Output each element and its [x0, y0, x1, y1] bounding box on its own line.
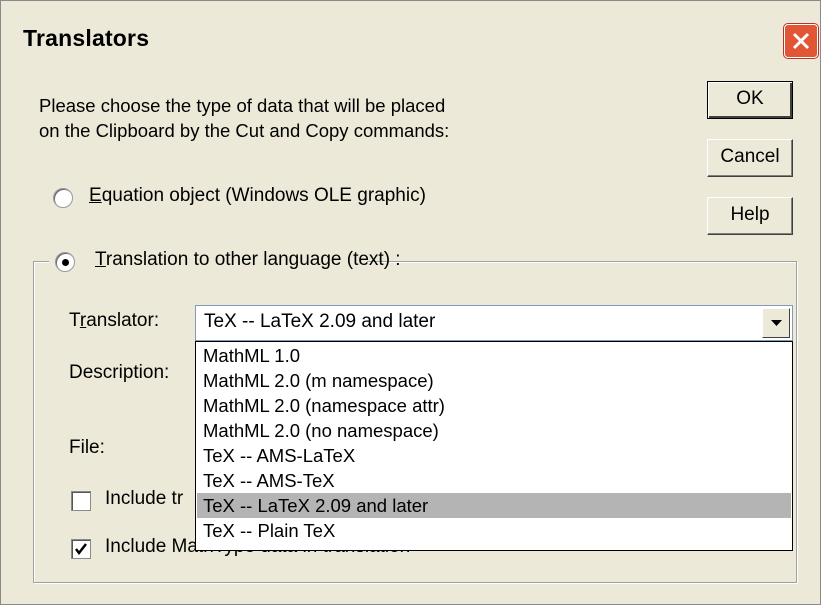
include-translator-checkbox[interactable] [71, 491, 91, 511]
translator-dropdown-list[interactable]: MathML 1.0 MathML 2.0 (m namespace) Math… [195, 341, 793, 551]
dropdown-option-tex-plain-tex[interactable]: TeX -- Plain TeX [197, 518, 791, 543]
radio-selected-dot [62, 259, 69, 266]
close-icon [792, 32, 810, 50]
include-mathtype-checkbox[interactable] [71, 539, 91, 559]
include-translator-label[interactable]: Include tr [105, 488, 183, 510]
window-title: Translators [23, 25, 150, 51]
translation-group-legend: Translation to other language (text) : [49, 249, 401, 275]
dropdown-option-mathml-2-0-namespace-attr[interactable]: MathML 2.0 (namespace attr) [197, 393, 791, 418]
instruction-text: Please choose the type of data that will… [39, 95, 450, 141]
ok-button[interactable]: OK [707, 81, 793, 119]
translator-dropdown-button[interactable] [762, 308, 790, 338]
dropdown-option-tex-ams-latex[interactable]: TeX -- AMS-LaTeX [197, 443, 791, 468]
cancel-button[interactable]: Cancel [707, 139, 793, 177]
checkmark-icon [75, 543, 87, 556]
dropdown-option-mathml-2-0-no-namespace[interactable]: MathML 2.0 (no namespace) [197, 418, 791, 443]
translator-combobox[interactable]: TeX -- LaTeX 2.09 and later [195, 305, 793, 341]
equation-object-radio[interactable] [53, 188, 73, 208]
title-bar: Translators [1, 1, 820, 75]
translator-value: TeX -- LaTeX 2.09 and later [204, 311, 436, 332]
dropdown-option-tex-ams-tex[interactable]: TeX -- AMS-TeX [197, 468, 791, 493]
translator-label: Translator: [69, 310, 160, 331]
translators-dialog: Translators Please choose the type of da… [0, 0, 821, 605]
file-label: File: [69, 437, 105, 458]
dropdown-option-mathml-2-0-m-namespace[interactable]: MathML 2.0 (m namespace) [197, 368, 791, 393]
equation-object-label[interactable]: Equation object (Windows OLE graphic) [89, 185, 426, 207]
close-button[interactable] [784, 24, 818, 58]
translation-radio[interactable] [55, 252, 75, 272]
dropdown-option-mathml-1-0[interactable]: MathML 1.0 [197, 343, 791, 368]
dropdown-option-tex-latex-2-09[interactable]: TeX -- LaTeX 2.09 and later [197, 493, 791, 518]
translation-label[interactable]: Translation to other language (text) : [95, 249, 401, 271]
description-label: Description: [69, 362, 170, 383]
help-button[interactable]: Help [707, 197, 793, 235]
chevron-down-icon [771, 320, 782, 326]
